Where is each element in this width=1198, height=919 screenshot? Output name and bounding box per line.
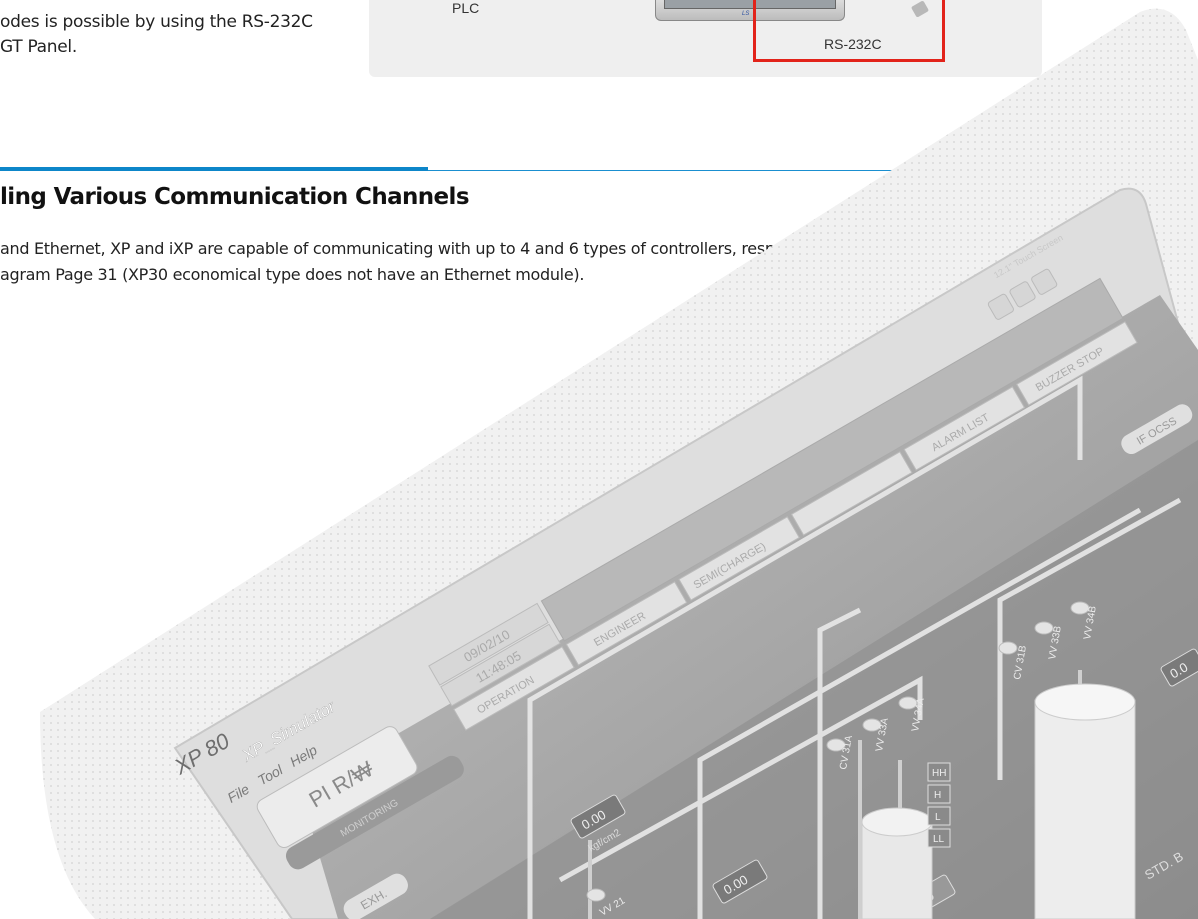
minimize-button — [987, 293, 1014, 320]
mode-indicator — [285, 755, 464, 870]
device-model: XP 80 — [169, 728, 234, 780]
engineer-button — [565, 581, 688, 666]
mode-text: MONITORING — [339, 797, 401, 839]
readout-3-value: 0.00 — [1075, 783, 1104, 809]
alarm-list-label: ALARM LIST — [930, 411, 992, 454]
level-ll: LL — [933, 834, 945, 845]
menu-help: Help — [287, 742, 320, 770]
menu-tool: Tool — [255, 761, 286, 788]
rs232c-link-line — [753, 0, 945, 62]
readout-5-value: 0.00 — [907, 888, 936, 914]
unit-display-text: PI R/₩ — [305, 756, 378, 813]
semi-charge-label: SEMI(CHARGE) — [692, 541, 768, 592]
body-line-1: and Ethernet, XP and iXP are capable of … — [0, 239, 838, 258]
level-l: L — [935, 812, 941, 823]
engineer-label: ENGINEER — [592, 610, 648, 649]
level-hh: HH — [932, 768, 946, 779]
app-title: XP_Simulator — [238, 696, 340, 766]
readout-1: 0.00 kgf/cm2 — [570, 794, 626, 855]
screen-size-label: 12.1" Touch Screen — [992, 232, 1065, 280]
connection-diagram: PLC LS RS-232C — [369, 0, 1042, 77]
readout-2-value: 0.00 — [721, 872, 750, 898]
section-title: ling Various Communication Channels — [0, 184, 470, 210]
readout-6: 0.0 — [1160, 648, 1198, 687]
alarm-list-button — [903, 386, 1026, 471]
close-button — [1031, 268, 1058, 295]
intro-paragraph: odes is possible by using the RS-232C GT… — [0, 10, 340, 60]
device-frame — [173, 187, 1198, 919]
device-bezel-dots — [40, 8, 1198, 919]
device-screen — [300, 295, 1198, 919]
valve-vv34a: VV 34A — [910, 697, 927, 733]
valve-icon — [586, 888, 606, 902]
valve-icon — [862, 718, 882, 732]
tank-a — [861, 807, 933, 919]
exh-label: EXH. — [358, 886, 389, 912]
buzzer-stop-button — [1016, 321, 1138, 406]
tank-b — [1034, 683, 1136, 919]
readout-1-value: 0.00 — [579, 807, 608, 833]
readout-5: 0.00 — [900, 874, 956, 919]
readout-4-value: 0.00 — [1075, 826, 1104, 852]
exh-label-box — [343, 873, 408, 919]
process-pipes-2 — [588, 670, 1082, 919]
valve-icon — [826, 738, 846, 752]
valve-icon — [998, 641, 1018, 655]
ifocss-label: IF OCSS — [1135, 415, 1179, 447]
unit-display — [256, 726, 418, 849]
process-pipes — [527, 375, 1182, 919]
level-indicators: HH H L LL — [927, 762, 951, 848]
blank-button — [790, 451, 913, 536]
section-body: and Ethernet, XP and iXP are capable of … — [0, 236, 838, 288]
tank-label: STD. B — [1142, 849, 1186, 883]
body-line-2: agram Page 31 (XP30 economical type does… — [0, 265, 585, 284]
intro-line-1: odes is possible by using the RS-232C — [0, 12, 313, 32]
readout-3: 0.00 — [1068, 769, 1124, 814]
intro-line-2: GT Panel. — [0, 37, 77, 57]
readout-2: 0.00 — [712, 859, 768, 904]
valve-cv31a: CV 31A — [838, 734, 855, 770]
time-text: 11:48:05 — [473, 648, 523, 686]
valve-cv31b: CV 31B — [1012, 644, 1029, 680]
panel-logo: LS — [742, 11, 750, 17]
valve-icon — [1070, 601, 1090, 615]
readout-4: 0.00 — [1068, 812, 1124, 857]
menu-file: File — [224, 781, 252, 806]
date-field — [428, 602, 549, 686]
operation-button — [453, 646, 575, 731]
rs232c-label: RS-232C — [824, 36, 882, 52]
valve-icon — [898, 696, 918, 710]
valve-vv33b: VV 33B — [1047, 625, 1064, 661]
plc-label: PLC — [452, 0, 480, 16]
ifocss-label-box — [1121, 404, 1193, 455]
readout-6-value: 0.0 — [1167, 659, 1190, 681]
section-accent-bar — [0, 167, 428, 171]
readout-1-unit: kgf/cm2 — [587, 827, 623, 854]
valve-vv33a: VV 33A — [874, 717, 891, 753]
operation-label: OPERATION — [475, 674, 536, 716]
semi-charge-button — [678, 516, 800, 601]
date-text: 09/02/10 — [461, 627, 512, 665]
message-bar — [540, 277, 1124, 642]
buzzer-stop-label: BUZZER STOP — [1034, 345, 1107, 394]
valve-icons — [586, 601, 1090, 902]
valve-vv21: VV 21 — [598, 895, 627, 918]
level-h: H — [934, 790, 941, 801]
valve-icon — [1034, 621, 1054, 635]
time-field — [440, 623, 561, 707]
maximize-button — [1009, 281, 1036, 308]
screen-shading — [430, 440, 1198, 919]
valve-vv34b: VV 34B — [1082, 605, 1099, 641]
xp80-device-illustration: XP 80 XP_Simulator File Tool Help PI R/₩… — [40, 8, 1198, 919]
device-bezel — [40, 8, 1198, 919]
